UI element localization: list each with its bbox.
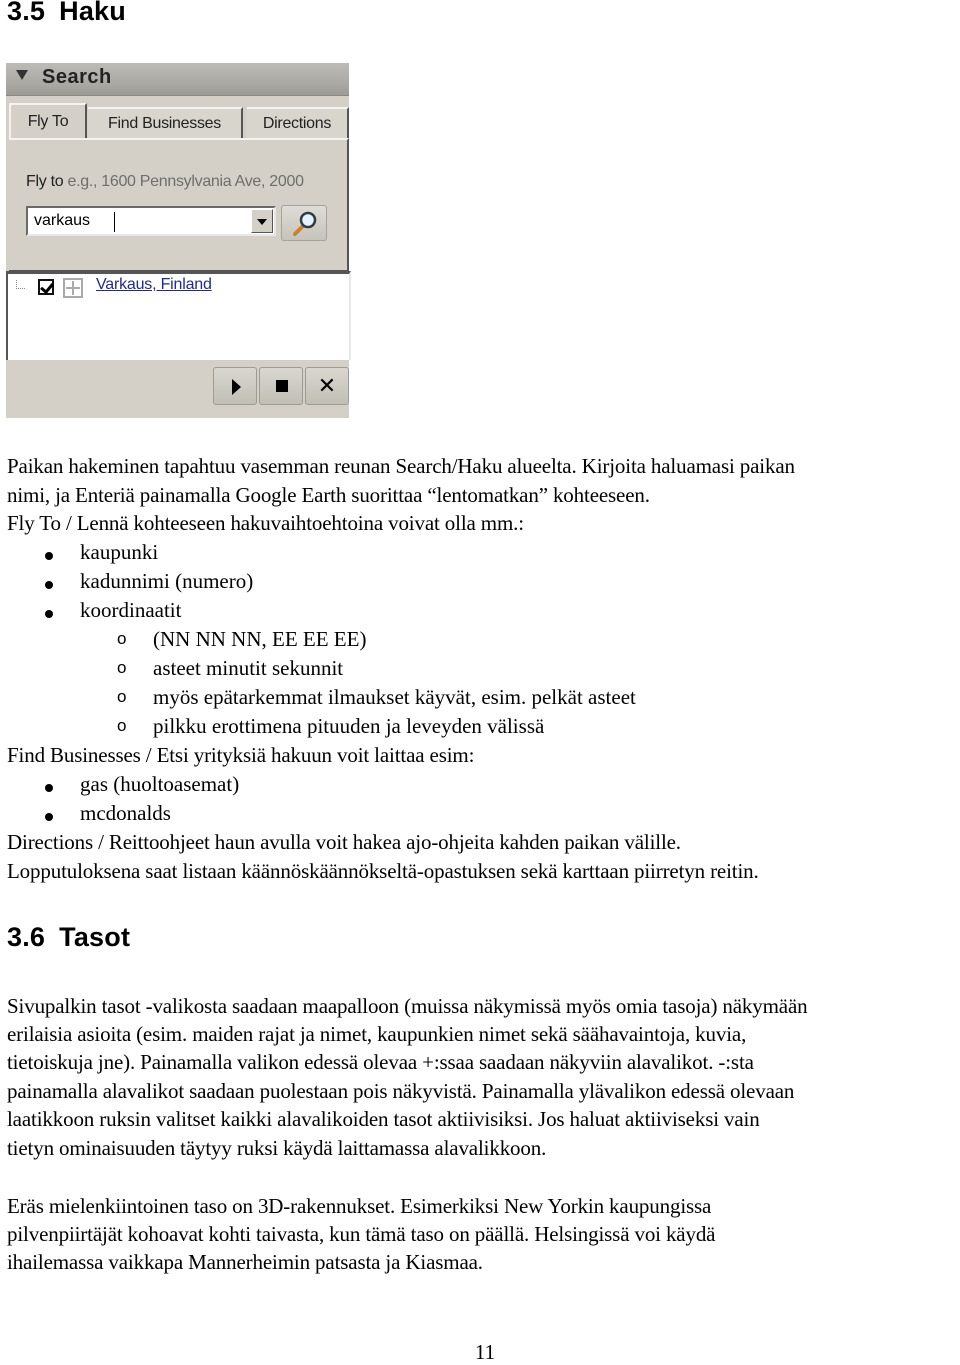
paragraph-line: tietyn ominaisuuden täytyy ruksi käydä l…	[7, 1136, 547, 1160]
fly-to-hint: e.g., 1600 Pennsylvania Ave, 2000	[67, 173, 304, 190]
stop-button[interactable]	[259, 367, 303, 405]
bullet-icon	[45, 581, 53, 589]
section-title: Tasot	[59, 922, 131, 952]
result-checkbox[interactable]	[38, 279, 54, 295]
paragraph-line: Fly To / Lennä kohteeseen hakuvaihtoehto…	[7, 511, 524, 535]
circle-bullet-icon: o	[117, 687, 127, 706]
collapse-triangle-icon[interactable]	[16, 70, 28, 80]
search-tabs: Fly To Find Businesses Directions	[9, 103, 349, 139]
paragraph-line: Find Businesses / Etsi yrityksiä hakuun …	[7, 743, 475, 767]
page-number: 11	[474, 1340, 496, 1364]
bullet-icon	[45, 610, 53, 618]
paragraph-line: Directions / Reittoohjeet haun avulla vo…	[7, 830, 681, 854]
search-button[interactable]	[281, 205, 327, 241]
tree-connector-icon	[16, 280, 25, 289]
circle-bullet-icon: o	[117, 716, 127, 735]
paragraph-line: Sivupalkin tasot -valikosta saadaan maap…	[7, 994, 808, 1018]
circle-bullet-icon: o	[117, 629, 127, 648]
paragraph-line: Paikan hakeminen tapahtuu vasemman reuna…	[7, 454, 795, 478]
list-item: mcdonalds	[80, 801, 171, 825]
list-item: koordinaatit	[80, 598, 182, 622]
tab-fly-to[interactable]: Fly To	[9, 103, 87, 139]
sub-list-item: pilkku erottimena pituuden ja leveyden v…	[153, 714, 545, 738]
text-cursor	[114, 212, 115, 232]
fly-to-label: Fly to e.g., 1600 Pennsylvania Ave, 2000	[26, 173, 304, 191]
section-title: Haku	[59, 0, 126, 26]
paragraph-line: nimi, ja Enteriä painamalla Google Earth…	[7, 483, 650, 507]
section-heading-tasot: 3.6 Tasot	[7, 922, 130, 953]
paragraph-line: laatikkoon ruksin valitset kaikki alaval…	[7, 1107, 760, 1131]
paragraph-line: Eräs mielenkiintoinen taso on 3D-rakennu…	[7, 1194, 712, 1218]
dropdown-arrow-button[interactable]	[251, 209, 273, 233]
section-number: 3.5	[7, 0, 46, 26]
list-item: kaupunki	[80, 540, 159, 564]
search-panel-title: Search	[42, 66, 112, 88]
bullet-icon	[45, 784, 53, 792]
search-panel: Search Fly To Find Businesses Directions…	[6, 63, 351, 418]
paragraph-line: Lopputuloksena saat listaan käännöskäänn…	[7, 859, 759, 883]
circle-bullet-icon: o	[117, 658, 127, 677]
sub-list-item: myös epätarkemmat ilmaukset käyvät, esim…	[153, 685, 636, 709]
fly-to-label-text: Fly to	[26, 173, 64, 190]
paragraph-line: painamalla alavalikot saadaan puolestaan…	[7, 1079, 795, 1103]
result-link[interactable]: Varkaus, Finland	[96, 276, 212, 294]
paragraph-line: tietoiskuja jne). Painamalla valikon ede…	[7, 1050, 754, 1074]
sub-list-item: (NN NN NN, EE EE EE)	[153, 627, 367, 651]
play-button[interactable]	[213, 367, 257, 405]
search-panel-header[interactable]: Search	[6, 63, 349, 96]
paragraph-line: pilvenpiirtäjät kohoavat kohti taivasta,…	[7, 1222, 716, 1246]
search-combobox[interactable]	[26, 206, 276, 236]
bullet-icon	[45, 552, 53, 560]
tab-find-businesses[interactable]: Find Businesses	[88, 107, 243, 139]
list-item: gas (huoltoasemat)	[80, 772, 240, 796]
list-item: kadunnimi (numero)	[80, 569, 254, 593]
placemark-icon	[63, 278, 83, 298]
paragraph-line: erilaisia asioita (esim. maiden rajat ja…	[7, 1022, 747, 1046]
section-heading-haku: 3.5 Haku	[7, 0, 126, 27]
tab-directions[interactable]: Directions	[247, 107, 349, 139]
search-input[interactable]	[34, 210, 234, 232]
paragraph-line: ihailemassa vaikkapa Mannerheimin patsas…	[7, 1250, 483, 1274]
magnifier-icon	[293, 211, 317, 236]
clear-results-button[interactable]: ✕	[305, 367, 349, 405]
close-icon: ✕	[317, 373, 337, 398]
search-results-list: Varkaus, Finland	[6, 271, 351, 360]
section-number: 3.6	[7, 922, 46, 952]
bullet-icon	[45, 813, 53, 821]
sub-list-item: asteet minutit sekunnit	[153, 656, 344, 680]
